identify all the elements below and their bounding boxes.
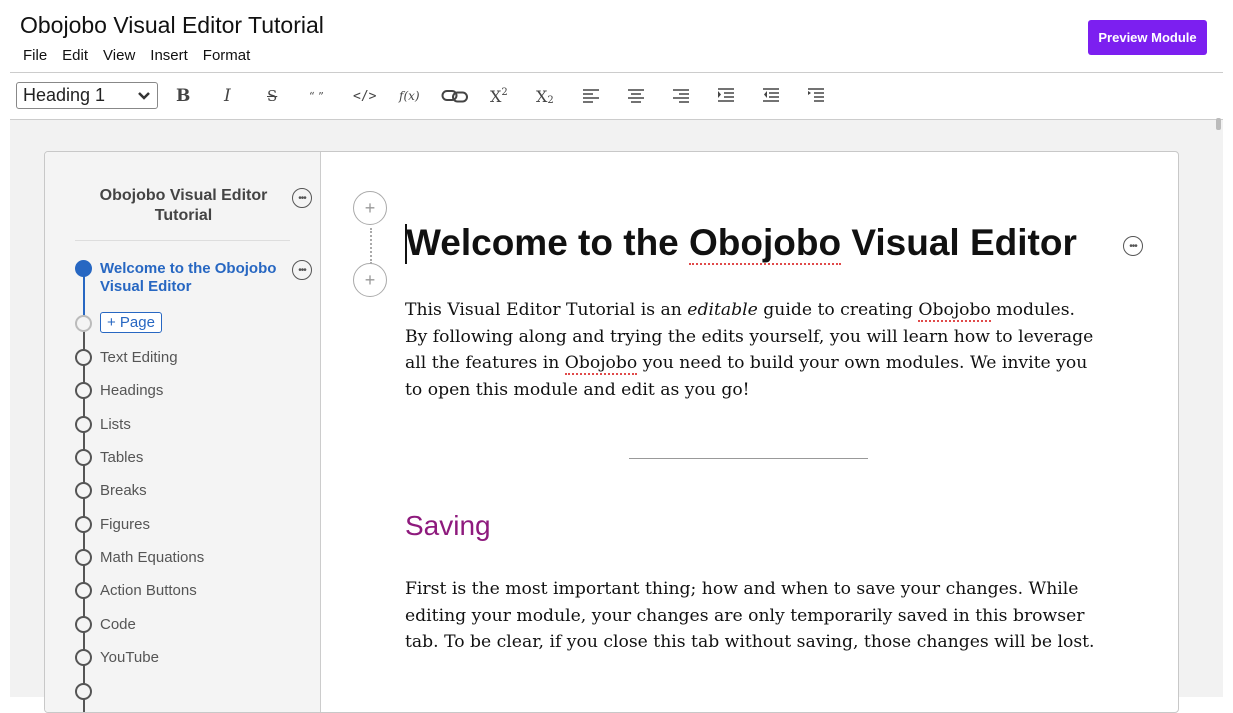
sidebar-divider — [75, 240, 290, 241]
horizontal-break[interactable] — [629, 458, 868, 459]
nav-dot-icon — [75, 449, 92, 466]
sidebar-item-label: Tables — [100, 449, 144, 466]
link-icon[interactable] — [441, 83, 469, 109]
menu-insert[interactable]: Insert — [150, 47, 188, 64]
heading-text: Welcome to the — [406, 222, 690, 263]
intro-text: This Visual Editor Tutorial is an — [405, 300, 688, 320]
misspelled-word: Obojobo — [918, 300, 991, 322]
nav-dot-icon — [75, 549, 92, 566]
heading-misspelled-word: Obojobo — [689, 222, 842, 265]
module-title[interactable]: Obojobo Visual Editor Tutorial — [75, 186, 292, 226]
indent-icon[interactable] — [717, 83, 735, 109]
nav-dot-icon — [75, 260, 92, 277]
misspelled-word: Obojobo — [564, 353, 638, 376]
add-above-icon[interactable]: + — [353, 191, 387, 225]
sidebar-item-action-buttons[interactable]: Action Buttons — [75, 582, 197, 599]
heading-more-icon[interactable]: ••• — [1123, 236, 1143, 256]
menu-file[interactable]: File — [23, 47, 47, 64]
nav-dot-icon — [75, 315, 92, 332]
sidebar-item-label: Action Buttons — [100, 582, 197, 599]
quote-icon[interactable]: “ ” — [309, 83, 324, 109]
format-toolbar: Heading 1 B I S “ ” </> f(x) X2 X2 — [10, 73, 1223, 120]
page-more-icon[interactable]: ••• — [292, 260, 312, 280]
sidebar-item-code[interactable]: Code — [75, 616, 136, 633]
insertion-guide — [370, 228, 372, 264]
sidebar-item-label: Welcome to the Obojobo Visual Editor — [100, 260, 277, 295]
align-center-icon[interactable] — [627, 83, 645, 109]
subscript-icon[interactable]: X2 — [536, 83, 554, 109]
menu-view[interactable]: View — [103, 47, 135, 64]
sidebar-item-lists[interactable]: Lists — [75, 416, 131, 433]
superscript-icon[interactable]: X2 — [490, 83, 508, 109]
nav-dot-icon — [75, 416, 92, 433]
intro-emphasis: editable — [687, 300, 758, 320]
sidebar-item-label: Headings — [100, 382, 164, 399]
sidebar-item-tables[interactable]: Tables — [75, 449, 143, 466]
heading-text-end: Visual Editor — [841, 222, 1077, 263]
nav-dot-icon — [75, 382, 92, 399]
preview-module-button[interactable]: Preview Module — [1088, 20, 1207, 55]
sidebar-item-label: Text Editing — [100, 349, 178, 366]
strikethrough-icon[interactable]: S — [267, 83, 277, 109]
text-style-select[interactable]: Heading 1 — [16, 82, 158, 109]
module-more-icon[interactable]: ••• — [292, 188, 312, 208]
sidebar-item-label: Code — [100, 616, 136, 633]
sidebar-item-youtube[interactable]: YouTube — [75, 649, 159, 666]
add-below-icon[interactable]: + — [353, 263, 387, 297]
sidebar-item-label: YouTube — [100, 649, 159, 666]
nav-dot-icon — [75, 582, 92, 599]
sidebar-item-label: Breaks — [100, 482, 147, 499]
sidebar-item-breaks[interactable]: Breaks — [75, 482, 147, 499]
sidebar-item-label: Lists — [100, 416, 131, 433]
document-page: Obojobo Visual Editor Tutorial ••• Welco… — [44, 151, 1179, 713]
menu-edit[interactable]: Edit — [62, 47, 88, 64]
scrollbar-thumb[interactable] — [1216, 118, 1221, 130]
italic-icon[interactable]: I — [224, 83, 231, 109]
nav-dot-icon — [75, 516, 92, 533]
sidebar-nav: Obojobo Visual Editor Tutorial ••• Welco… — [45, 152, 321, 712]
menu-format[interactable]: Format — [203, 47, 251, 64]
sidebar-item-label: Figures — [100, 516, 151, 533]
bold-icon[interactable]: B — [176, 83, 190, 109]
chevron-down-icon — [138, 91, 150, 100]
code-icon[interactable]: </> — [353, 83, 376, 109]
add-page-button[interactable]: + Page — [100, 312, 162, 333]
sidebar-item-label: Math Equations — [100, 549, 205, 566]
align-left-icon[interactable] — [582, 83, 600, 109]
outdent-icon[interactable] — [762, 83, 780, 109]
text-style-value: Heading 1 — [23, 85, 106, 105]
sidebar-item-headings[interactable]: Headings — [75, 382, 163, 399]
add-page-row: + Page — [75, 312, 162, 333]
sidebar-item-welcome[interactable]: Welcome to the Obojobo Visual Editor — [75, 260, 285, 296]
hanging-indent-icon[interactable] — [807, 83, 825, 109]
sidebar-item-figures[interactable]: Figures — [75, 516, 150, 533]
saving-paragraph[interactable]: First is the most important thing; how a… — [405, 576, 1095, 656]
sidebar-item-math-equations[interactable]: Math Equations — [75, 549, 204, 566]
nav-dot-icon — [75, 616, 92, 633]
nav-dot-icon — [75, 482, 92, 499]
menu-bar: File Edit View Insert Format — [23, 47, 250, 64]
nav-dot-icon — [75, 683, 92, 700]
sidebar-item-next[interactable] — [75, 683, 100, 700]
page-heading[interactable]: Welcome to the Obojobo Visual Editor — [406, 222, 1077, 265]
nav-dot-icon — [75, 649, 92, 666]
intro-paragraph[interactable]: This Visual Editor Tutorial is an editab… — [405, 297, 1095, 404]
app-title: Obojobo Visual Editor Tutorial — [20, 12, 324, 38]
nav-dot-icon — [75, 349, 92, 366]
align-right-icon[interactable] — [672, 83, 690, 109]
intro-text: guide to creating — [757, 300, 919, 320]
sidebar-item-text-editing[interactable]: Text Editing — [75, 349, 178, 366]
section-heading[interactable]: Saving — [405, 510, 491, 542]
math-icon[interactable]: f(x) — [399, 83, 420, 109]
